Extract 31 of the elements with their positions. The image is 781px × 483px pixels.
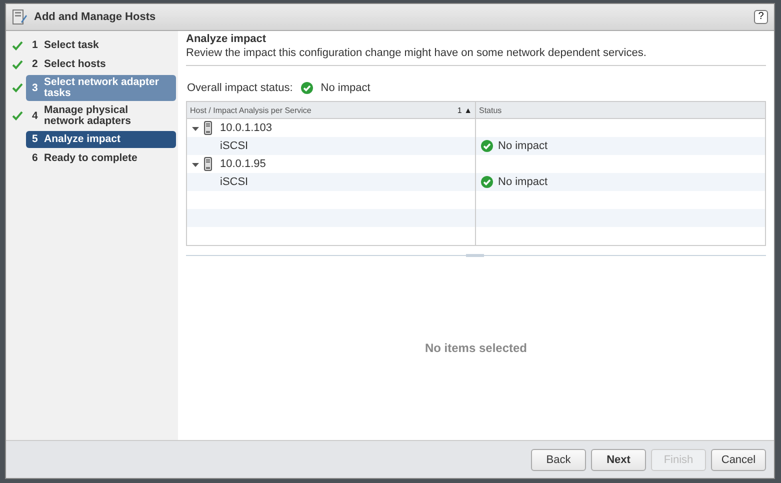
column-header[interactable]: Status	[476, 102, 765, 118]
service-name: iSCSI	[219, 140, 248, 152]
overall-status-label: Overall impact status:	[187, 82, 293, 94]
host-name: 10.0.1.103	[220, 122, 272, 134]
wizard-step[interactable]: 1 Select task	[26, 37, 176, 54]
expand-arrow-icon[interactable]	[192, 124, 199, 132]
wizard-icon	[12, 9, 28, 25]
wizard-step[interactable]: 5 Analyze impact	[26, 131, 176, 148]
page-description: Review the impact this configuration change might have on some network dependent services.	[186, 45, 766, 66]
success-icon	[300, 82, 313, 94]
status-text: No impact	[498, 176, 548, 188]
wizard-step[interactable]: 2 Select hosts	[26, 56, 176, 73]
service-name: iSCSI	[219, 176, 248, 188]
page-title: Analyze impact	[186, 33, 268, 45]
window-title: Add and Manage Hosts	[34, 11, 157, 23]
server-icon	[204, 157, 212, 171]
column-header[interactable]: Host / Impact Analysis per Service 1 ▲	[187, 102, 476, 118]
expand-arrow-icon[interactable]	[192, 160, 199, 168]
dialog-button[interactable]: Next	[591, 448, 646, 470]
success-icon	[481, 176, 493, 188]
empty-message: No items selected	[424, 341, 528, 355]
host-name: 10.0.1.95	[220, 158, 266, 170]
success-icon	[481, 140, 493, 152]
splitter-handle[interactable]	[466, 254, 484, 257]
dialog-button[interactable]: Cancel	[711, 448, 766, 470]
status-text: No impact	[498, 140, 548, 152]
wizard-step[interactable]: 6 Ready to complete	[26, 150, 176, 167]
dialog-button[interactable]: Back	[531, 448, 586, 470]
overall-status-value: No impact	[320, 82, 370, 94]
server-icon	[204, 121, 212, 135]
help-button[interactable]: ?	[754, 10, 768, 24]
